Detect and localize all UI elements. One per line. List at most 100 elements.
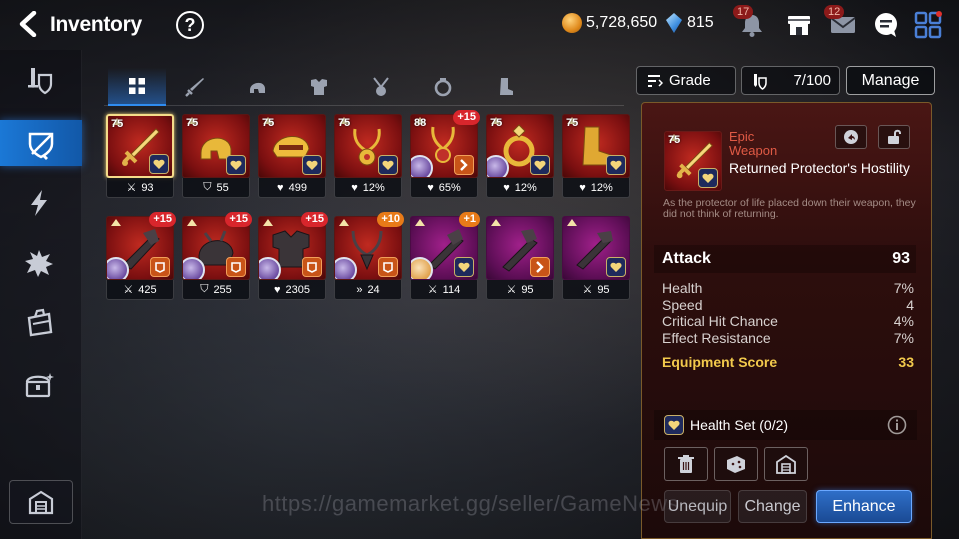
reforge-button[interactable]: [714, 447, 758, 481]
item-stat: ♥ 65%: [410, 178, 478, 198]
inventory-capacity[interactable]: 7/100: [741, 66, 840, 95]
lock-button[interactable]: [878, 125, 910, 149]
equipment-slot[interactable]: 75 ♥ 12%: [334, 114, 402, 198]
storage-button[interactable]: [9, 480, 73, 524]
back-button[interactable]: [14, 9, 42, 39]
item-stat: ♥ 2305: [258, 280, 326, 300]
item-stat-value: 12%: [362, 181, 385, 194]
store-button[interactable]: [764, 447, 808, 481]
hero-portrait: [335, 257, 357, 279]
sub-stat-row: Speed 4: [662, 297, 914, 314]
item-stat: ♥ 12%: [486, 178, 554, 198]
hero-portrait: [183, 257, 205, 279]
item-level: 75: [186, 117, 199, 129]
side-nav: [0, 50, 82, 539]
category-tabs: [104, 68, 624, 106]
item-stat-value: 95: [521, 283, 534, 296]
nav-catalysts[interactable]: [10, 240, 68, 286]
nav-hero-equipment[interactable]: [10, 58, 68, 104]
equipment-slot[interactable]: 75 ⛉ 55: [182, 114, 250, 198]
crystal-display[interactable]: 815: [666, 13, 714, 33]
equipment-slot[interactable]: ⚔ 95: [562, 216, 630, 300]
health-stat-icon: ♥: [427, 181, 434, 194]
nav-materials[interactable]: [10, 300, 68, 346]
tab-helmet[interactable]: [228, 68, 286, 106]
tab-boots[interactable]: [476, 68, 534, 106]
equipment-slot[interactable]: +10 » 24: [334, 212, 404, 300]
enhance-button[interactable]: Enhance: [816, 490, 912, 523]
equipment-slot[interactable]: +15 ⛉ 255: [182, 212, 252, 300]
item-stat-value: 425: [138, 283, 157, 296]
crystal-amount: 815: [687, 14, 714, 31]
manage-button[interactable]: Manage: [846, 66, 935, 95]
back-arrow-icon: [19, 11, 37, 37]
unequip-button[interactable]: Unequip: [664, 490, 731, 523]
share-icon: [844, 130, 858, 144]
lightning-icon: [31, 190, 47, 216]
chat-icon: [875, 13, 897, 37]
tab-necklace[interactable]: [352, 68, 410, 106]
share-button[interactable]: [835, 125, 867, 149]
chat-button[interactable]: [871, 10, 901, 40]
equipment-slot[interactable]: +15 ⚔ 425: [106, 212, 176, 300]
sub-stat-label: Effect Resistance: [662, 329, 771, 346]
item-stat: ♥ 499: [258, 178, 326, 198]
sub-stat-value: 7%: [893, 329, 914, 346]
equipment-slot[interactable]: 75 ♥ 12%: [562, 114, 630, 198]
speed-stat-icon: »: [356, 283, 363, 296]
enhance-level-badge: +15: [453, 110, 480, 125]
equipment-slot[interactable]: ⚔ 95: [486, 216, 554, 300]
health-stat-icon: ♥: [503, 181, 510, 194]
tab-armor[interactable]: [290, 68, 348, 106]
gold-coin-icon: [562, 13, 582, 33]
grade-sort-button[interactable]: Grade: [636, 66, 736, 95]
top-bar: Inventory ? 5,728,650 815 17 12: [0, 0, 959, 50]
nav-equipment[interactable]: [0, 120, 82, 166]
grade-label: Grade: [669, 72, 711, 89]
defense-stat-icon: ⛉: [200, 283, 209, 295]
gold-display[interactable]: 5,728,650: [562, 13, 657, 33]
nav-artifacts[interactable]: [10, 180, 68, 226]
item-image: 75: [258, 114, 326, 178]
all-grid-icon: [129, 78, 145, 94]
sub-stat-label: Critical Hit Chance: [662, 313, 778, 329]
equipment-slot[interactable]: +1 ⚔ 114: [410, 212, 480, 300]
item-stat: ♥ 12%: [334, 178, 402, 198]
equipment-slot[interactable]: +15 ♥ 2305: [258, 212, 328, 300]
help-button[interactable]: ?: [176, 11, 204, 39]
unlock-icon: [888, 129, 901, 144]
counter-set-icon: [378, 257, 398, 277]
tab-all[interactable]: [108, 68, 166, 106]
health-stat-icon: ♥: [351, 181, 358, 194]
mail-button[interactable]: 12: [824, 5, 858, 40]
item-stat-value: 114: [442, 283, 461, 296]
change-button[interactable]: Change: [738, 490, 807, 523]
menu-button[interactable]: [913, 10, 943, 40]
sell-button[interactable]: [664, 447, 708, 481]
ring-icon: [434, 78, 452, 97]
health-set-icon: [530, 155, 550, 175]
notification-button[interactable]: 17: [733, 5, 767, 40]
item-stat: ♥ 12%: [562, 178, 630, 198]
item-stat-value: 255: [213, 283, 232, 296]
level-mark-icon: [263, 219, 273, 226]
set-effect-row[interactable]: Health Set (0/2): [654, 410, 917, 440]
health-set-icon: [226, 155, 246, 175]
equipment-slot[interactable]: 75 ♥ 12%: [486, 114, 554, 198]
item-stat: ⚔ 114: [410, 280, 478, 300]
enhance-level-badge: +10: [377, 212, 404, 227]
equipment-slot[interactable]: 75 ⚔ 93: [106, 114, 174, 198]
tab-weapon[interactable]: [166, 68, 224, 106]
shop-button[interactable]: [784, 10, 814, 40]
sub-stat-label: Speed: [662, 296, 703, 313]
item-stat: ⚔ 95: [486, 280, 554, 300]
nav-chest[interactable]: [10, 362, 68, 408]
sword-icon: [185, 78, 204, 97]
item-description: As the protector of life placed down the…: [663, 197, 916, 220]
item-image: [486, 216, 554, 280]
tab-ring[interactable]: [414, 68, 472, 106]
equipment-slot[interactable]: 88 +15 ♥ 65%: [410, 110, 480, 198]
item-image: 75: [334, 114, 402, 178]
equipment-slot[interactable]: 75 ♥ 499: [258, 114, 326, 198]
hero-portrait: [411, 257, 433, 279]
